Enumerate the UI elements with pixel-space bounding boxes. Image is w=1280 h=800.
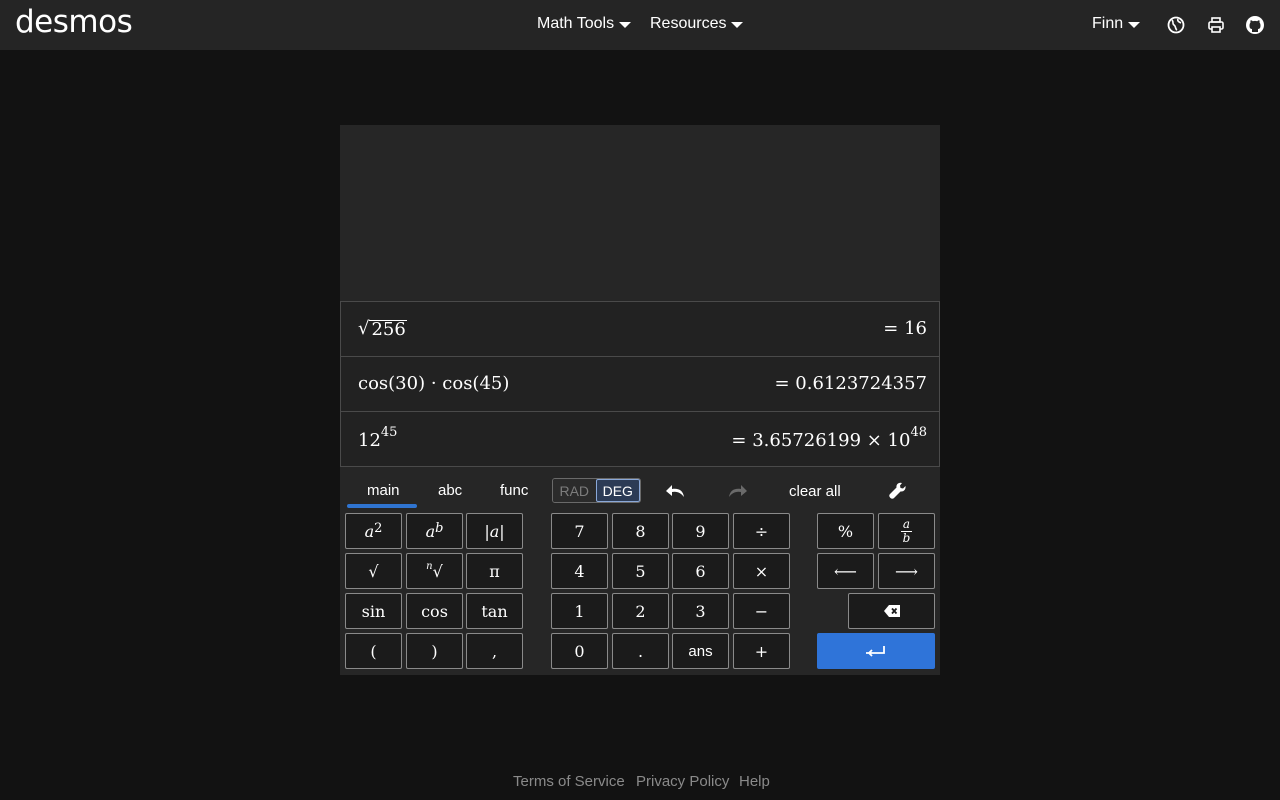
power-key[interactable]: ab [406, 513, 463, 549]
digit-5-key[interactable]: 5 [612, 553, 669, 589]
backspace-key[interactable] [848, 593, 935, 629]
active-tab-indicator [347, 504, 417, 508]
user-menu[interactable]: Finn [1092, 15, 1141, 33]
desmos-logo[interactable]: desmos [15, 4, 133, 40]
fraction-icon: a b [900, 516, 913, 545]
settings-button[interactable] [886, 478, 910, 504]
clear-all-button[interactable]: clear all [789, 483, 841, 500]
github-icon[interactable] [1245, 15, 1265, 35]
terms-of-service-link[interactable]: Terms of Service [513, 773, 625, 790]
cos-key[interactable]: cos [406, 593, 463, 629]
divide-key[interactable]: ÷ [733, 513, 790, 549]
history-row[interactable]: cos(30) · cos(45) = 0.6123724357 [340, 356, 940, 412]
left-paren-key[interactable]: ( [345, 633, 402, 669]
caret-down-icon [619, 22, 632, 28]
digit-7-key[interactable]: 7 [551, 513, 608, 549]
deg-button[interactable]: DEG [595, 479, 640, 502]
backspace-icon [883, 605, 900, 617]
ans-key[interactable]: ans [672, 633, 729, 669]
angle-mode-toggle: RAD DEG [552, 478, 641, 503]
plus-key[interactable]: + [733, 633, 790, 669]
redo-button[interactable] [723, 478, 751, 504]
top-navigation-bar: desmos Math Tools Resources Finn [0, 0, 1280, 50]
rad-button[interactable]: RAD [553, 479, 596, 502]
privacy-policy-link[interactable]: Privacy Policy [636, 773, 729, 790]
result: = 16 [883, 318, 927, 339]
nth-root-key[interactable]: n √ [406, 553, 463, 589]
result: = 0.6123724357 [774, 373, 928, 394]
tab-func[interactable]: func [500, 482, 528, 499]
enter-icon [866, 646, 885, 657]
percent-key[interactable]: % [817, 513, 874, 549]
undo-icon [666, 485, 684, 497]
digit-1-key[interactable]: 1 [551, 593, 608, 629]
digit-2-key[interactable]: 2 [612, 593, 669, 629]
wrench-icon [889, 482, 906, 499]
digit-3-key[interactable]: 3 [672, 593, 729, 629]
multiply-key[interactable]: × [733, 553, 790, 589]
caret-down-icon [731, 22, 744, 28]
digit-9-key[interactable]: 9 [672, 513, 729, 549]
math-tools-menu[interactable]: Math Tools [537, 15, 632, 33]
enter-key[interactable] [817, 633, 935, 669]
square-key[interactable]: a2 [345, 513, 402, 549]
expression: 1245 [358, 425, 398, 451]
resources-label: Resources [650, 15, 727, 32]
pi-key[interactable]: π [466, 553, 523, 589]
tab-main[interactable]: main [367, 482, 400, 499]
right-arrow-key[interactable]: ⟶ [878, 553, 935, 589]
caret-down-icon [1128, 22, 1141, 28]
digit-4-key[interactable]: 4 [551, 553, 608, 589]
sin-key[interactable]: sin [345, 593, 402, 629]
digit-8-key[interactable]: 8 [612, 513, 669, 549]
minus-key[interactable]: − [733, 593, 790, 629]
sqrt-symbol: √ [358, 318, 370, 339]
digit-6-key[interactable]: 6 [672, 553, 729, 589]
comma-key[interactable]: , [466, 633, 523, 669]
history-row[interactable]: 1245 = 3.65726199 × 1048 [340, 411, 940, 467]
expression: √ 256 [358, 318, 407, 340]
help-link[interactable]: Help [739, 773, 770, 790]
undo-button[interactable] [662, 478, 690, 504]
fraction-key[interactable]: a b [878, 513, 935, 549]
decimal-key[interactable]: . [612, 633, 669, 669]
user-name: Finn [1092, 15, 1124, 32]
history-row[interactable]: √ 256 = 16 [340, 301, 940, 357]
result: = 3.65726199 × 1048 [731, 425, 927, 451]
right-paren-key[interactable]: ) [406, 633, 463, 669]
redo-icon [729, 485, 747, 497]
tab-abc[interactable]: abc [438, 482, 462, 499]
math-tools-label: Math Tools [537, 15, 615, 32]
input-area[interactable] [340, 125, 940, 301]
digit-0-key[interactable]: 0 [551, 633, 608, 669]
scientific-calculator: √ 256 = 16 cos(30) · cos(45) = 0.61237243… [340, 125, 940, 675]
left-arrow-key[interactable]: ⟵ [817, 553, 874, 589]
expression: cos(30) · cos(45) [358, 373, 510, 394]
resources-menu[interactable]: Resources [650, 15, 744, 33]
print-icon[interactable] [1206, 15, 1226, 35]
globe-icon[interactable] [1166, 15, 1186, 35]
keypad: main abc func RAD DEG clear all a2 ab |a… [340, 468, 940, 675]
sqrt-key[interactable]: √ [345, 553, 402, 589]
abs-key[interactable]: |a| [466, 513, 523, 549]
tan-key[interactable]: tan [466, 593, 523, 629]
